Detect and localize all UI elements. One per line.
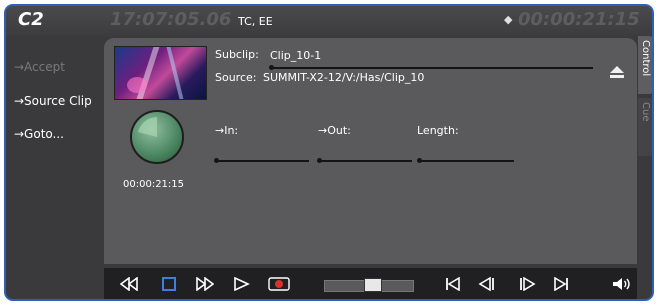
timecode-display: 17:07:05.06 [110,9,232,30]
goto-button[interactable]: →Goto... [14,127,64,141]
go-to-end-icon[interactable] [552,277,570,291]
step-back-icon[interactable] [478,277,496,291]
eject-icon[interactable] [610,66,624,78]
sidebar: →Accept →Source Clip →Goto... [6,36,104,299]
clip-clock-time: 00:00:21:15 [123,179,185,190]
source-value: SUMMIT-X2-12/V:/Has/Clip_10 [263,71,425,84]
source-clip-button[interactable]: →Source Clip [14,94,92,108]
subclip-label: Subclip: [215,48,259,61]
out-field[interactable] [320,160,412,162]
clip-clock-icon [130,110,184,164]
tab-cue[interactable]: Cue [638,98,652,156]
play-icon[interactable] [232,277,250,291]
accept-button[interactable]: →Accept [14,60,65,74]
in-field[interactable] [217,160,309,162]
go-to-start-icon[interactable] [444,277,462,291]
channel-label: C2 [18,9,44,30]
player-window: C2 17:07:05.06 TC, EE ◆ 00:00:21:15 →Acc… [4,4,654,301]
stop-icon[interactable] [160,277,178,291]
shuttle-knob[interactable] [364,278,382,292]
rewind-icon[interactable] [120,277,138,291]
duration-display: 00:00:21:15 [518,9,640,30]
volume-icon[interactable] [612,277,632,291]
header-bar: C2 17:07:05.06 TC, EE ◆ 00:00:21:15 [6,6,652,36]
source-label: Source: [215,71,257,84]
subclip-name-field[interactable]: Clip_10-1 [270,49,321,62]
tab-control[interactable]: Control [638,36,652,94]
record-icon[interactable] [268,277,290,291]
clip-panel: Subclip: Clip_10-1 Source: SUMMIT-X2-12/… [104,38,637,264]
fast-forward-icon[interactable] [196,277,214,291]
length-field [420,160,514,162]
shuttle-slider[interactable] [324,278,414,292]
transport-bar [104,268,637,299]
step-forward-icon[interactable] [518,277,536,291]
out-label[interactable]: →Out: [318,124,351,137]
subclip-underline [272,67,593,69]
in-label[interactable]: →In: [215,124,238,137]
length-label: Length: [417,124,459,137]
timecode-mode[interactable]: TC, EE [238,15,273,28]
duration-icon: ◆ [504,13,513,26]
clip-thumbnail [114,46,207,100]
side-tabs: Control Cue [637,36,652,262]
